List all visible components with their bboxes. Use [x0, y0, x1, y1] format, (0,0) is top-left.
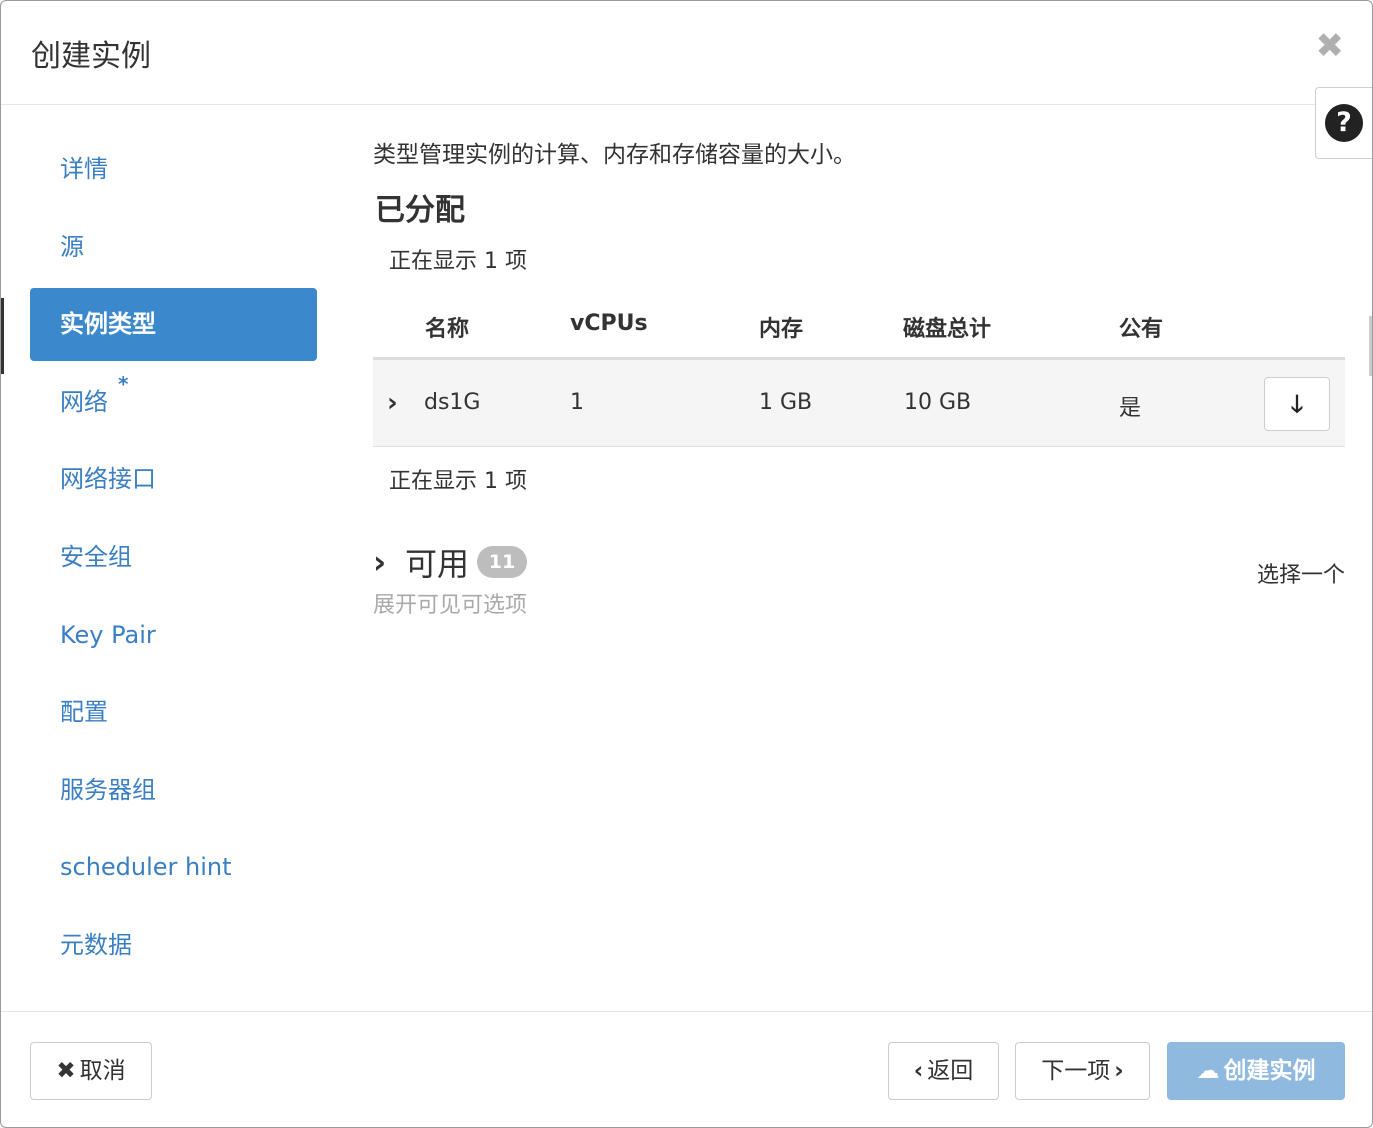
available-hint: 展开可见可选项 [373, 593, 528, 618]
nav-item-network-ports[interactable]: 网络接口 [30, 443, 317, 516]
required-asterisk: * [118, 371, 129, 396]
allocated-table: 名称 vCPUs 内存 磁盘总计 公有 › ds1G 1 1 GB 10 GB … [373, 299, 1345, 447]
table-row: › ds1G 1 1 GB 10 GB 是 🡓 [373, 360, 1345, 447]
available-section: › 可用 11 展开可见可选项 选择一个 [373, 539, 1345, 619]
nav-item-networks[interactable]: 网络 * [30, 366, 317, 439]
create-instance-button[interactable]: ☁ 创建实例 [1167, 1042, 1345, 1100]
nav-item-scheduler-hint[interactable]: scheduler hint [30, 831, 317, 904]
step-description: 类型管理实例的计算、内存和存储容量的大小。 [373, 142, 856, 168]
cell-disk: 10 GB [904, 390, 972, 415]
left-edge-marker [1, 298, 4, 374]
question-icon: ? [1325, 104, 1363, 142]
next-button[interactable]: 下一项 › [1015, 1042, 1150, 1100]
allocated-count-top: 正在显示 1 项 [389, 249, 527, 274]
nav-item-label: 实例类型 [60, 310, 156, 339]
nav-item-flavor[interactable]: 实例类型 [30, 288, 317, 362]
close-icon: ✖ [56, 1058, 76, 1084]
column-header-vcpus[interactable]: vCPUs [570, 311, 648, 336]
create-instance-dialog: 创建实例 ✖ 详情 源 实例类型 网络 * 网络接口 安全组 Key Pair 配… [0, 0, 1373, 1128]
right-edge-marker [1369, 316, 1372, 376]
create-label: 创建实例 [1223, 1058, 1316, 1084]
allocated-count-bottom: 正在显示 1 项 [389, 469, 527, 494]
expand-available-chevron-icon[interactable]: › [373, 543, 386, 581]
column-header-disk[interactable]: 磁盘总计 [903, 311, 991, 343]
column-header-name[interactable]: 名称 [425, 311, 469, 343]
column-header-ram[interactable]: 内存 [759, 311, 803, 343]
nav-item-label: 详情 [60, 155, 108, 183]
nav-item-label: 网络接口 [60, 465, 156, 494]
column-header-public[interactable]: 公有 [1119, 311, 1163, 343]
nav-item-label: 源 [60, 232, 84, 261]
dialog-footer: ✖ 取消 ‹ 返回 下一项 › ☁ 创建实例 [1, 1011, 1372, 1127]
cancel-button[interactable]: ✖ 取消 [30, 1042, 152, 1100]
available-heading[interactable]: 可用 [405, 539, 469, 585]
nav-item-key-pair[interactable]: Key Pair [30, 599, 317, 672]
chevron-right-icon: › [1114, 1058, 1124, 1084]
nav-item-label: 服务器组 [60, 775, 156, 804]
cell-name: ds1G [424, 390, 481, 415]
nav-item-label: 网络 [60, 387, 108, 416]
dialog-title: 创建实例 [31, 39, 151, 74]
nav-item-source[interactable]: 源 [30, 211, 317, 284]
nav-item-server-groups[interactable]: 服务器组 [30, 754, 317, 827]
nav-item-label: Key Pair [60, 620, 156, 649]
cell-vcpus: 1 [570, 390, 584, 415]
dialog-header: 创建实例 ✖ [1, 1, 1372, 105]
table-header: 名称 vCPUs 内存 磁盘总计 公有 [373, 299, 1345, 360]
expand-row-chevron-icon[interactable]: › [387, 388, 398, 418]
available-count-badge: 11 [477, 546, 527, 578]
arrow-down-icon: 🡓 [1290, 390, 1304, 418]
allocated-heading: 已分配 [375, 193, 465, 228]
nav-item-label: 元数据 [60, 930, 132, 959]
back-label: 返回 [927, 1058, 974, 1084]
cloud-upload-icon: ☁ [1196, 1058, 1220, 1084]
nav-item-label: scheduler hint [60, 853, 232, 882]
nav-item-label: 安全组 [60, 542, 132, 571]
select-one-label: 选择一个 [1256, 563, 1345, 588]
help-button[interactable]: ? [1315, 87, 1372, 159]
cell-public: 是 [1119, 396, 1142, 421]
nav-item-security-groups[interactable]: 安全组 [30, 521, 317, 594]
nav-item-metadata[interactable]: 元数据 [30, 909, 317, 982]
nav-item-configuration[interactable]: 配置 [30, 676, 317, 749]
cancel-label: 取消 [79, 1058, 126, 1084]
chevron-left-icon: ‹ [913, 1058, 924, 1084]
close-icon[interactable]: ✖ [1316, 29, 1345, 63]
back-button[interactable]: ‹ 返回 [888, 1042, 999, 1100]
wizard-nav: 详情 源 实例类型 网络* 网络接口 安全组 Key Pair 配置 服务器组 … [30, 133, 317, 987]
deallocate-button[interactable]: 🡓 [1264, 377, 1330, 431]
nav-item-details[interactable]: 详情 [30, 133, 317, 206]
nav-item-label: 配置 [60, 698, 108, 727]
cell-ram: 1 GB [759, 390, 813, 415]
next-label: 下一项 [1041, 1058, 1111, 1084]
